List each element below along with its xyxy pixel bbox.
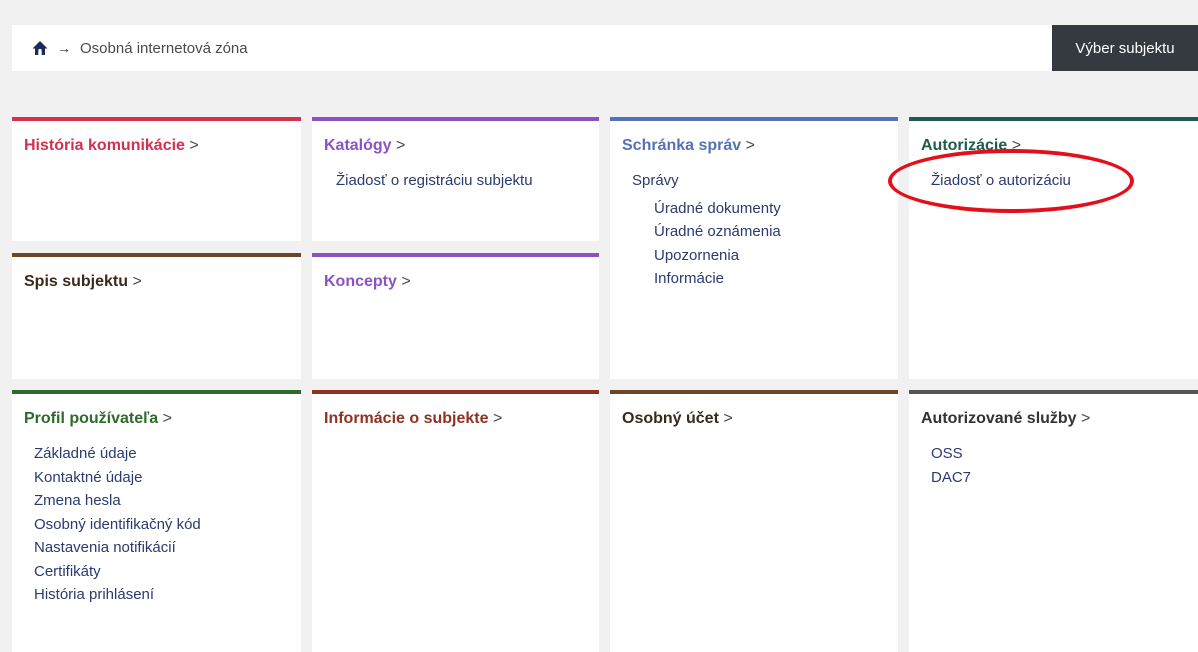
link-osobny-identifikacny-kod[interactable]: Osobný identifikačný kód: [34, 513, 201, 537]
link-uradne-oznamenia[interactable]: Úradné oznámenia: [654, 220, 781, 244]
link-nastavenia-notifikacii[interactable]: Nastavenia notifikácií: [34, 536, 201, 560]
chevron-right-icon: >: [162, 410, 172, 427]
tile-osobny-ucet: Osobný účet >: [610, 390, 898, 652]
tile-spis-subjektu: Spis subjektu >: [12, 253, 301, 379]
link-spravy[interactable]: Správy: [632, 169, 781, 193]
tile-title-schranka-sprav[interactable]: Schránka správ >: [622, 137, 755, 155]
sluzby-links: OSS DAC7: [931, 442, 971, 489]
tile-historia-komunikacie: História komunikácie >: [12, 117, 301, 241]
autorizacie-links: Žiadosť o autorizáciu: [931, 169, 1071, 193]
breadcrumb-current: Osobná internetová zóna: [80, 39, 248, 57]
tile-title-katalogy[interactable]: Katalógy >: [324, 137, 405, 155]
tile-schranka-sprav: Schránka správ > Správy Úradné dokumenty…: [610, 117, 898, 379]
tile-title-autorizovane-sluzby[interactable]: Autorizované služby >: [921, 410, 1090, 428]
link-zmena-hesla[interactable]: Zmena hesla: [34, 489, 201, 513]
link-oss[interactable]: OSS: [931, 442, 971, 466]
katalogy-links: Žiadosť o registráciu subjektu: [336, 169, 533, 193]
select-subject-button[interactable]: Výber subjektu: [1052, 25, 1198, 71]
tile-autorizacie: Autorizácie > Žiadosť o autorizáciu: [909, 117, 1198, 379]
tile-title-informacie-o-subjekte[interactable]: Informácie o subjekte >: [324, 410, 502, 428]
chevron-right-icon: >: [745, 137, 755, 154]
tile-title-osobny-ucet[interactable]: Osobný účet >: [622, 410, 733, 428]
chevron-right-icon: >: [1011, 137, 1022, 154]
tile-informacie-o-subjekte: Informácie o subjekte >: [312, 390, 599, 652]
breadcrumb-separator: →: [57, 40, 71, 56]
breadcrumb: → Osobná internetová zóna: [32, 25, 248, 71]
chevron-right-icon: >: [189, 137, 199, 154]
tile-title-historia-komunikacie[interactable]: História komunikácie >: [24, 137, 199, 155]
tile-title-koncepty[interactable]: Koncepty >: [324, 273, 411, 291]
link-uradne-dokumenty[interactable]: Úradné dokumenty: [654, 197, 781, 221]
tile-title-autorizacie[interactable]: Autorizácie >: [921, 137, 1021, 155]
schranka-links: Správy Úradné dokumenty Úradné oznámenia…: [632, 169, 781, 291]
chevron-right-icon: >: [396, 137, 406, 154]
link-zakladne-udaje[interactable]: Základné údaje: [34, 442, 201, 466]
link-ziadost-o-registraciu[interactable]: Žiadosť o registráciu subjektu: [336, 169, 533, 193]
chevron-right-icon: >: [723, 410, 733, 427]
tile-koncepty: Koncepty >: [312, 253, 599, 379]
tile-title-spis-subjektu[interactable]: Spis subjektu >: [24, 273, 142, 291]
tile-title-profil-pouzivatela[interactable]: Profil používateľa >: [24, 410, 172, 428]
chevron-right-icon: >: [1081, 410, 1091, 427]
link-dac7[interactable]: DAC7: [931, 466, 971, 490]
spravy-sublinks: Úradné dokumenty Úradné oznámenia Upozor…: [654, 197, 781, 291]
link-informacie[interactable]: Informácie: [654, 267, 781, 291]
top-bar: → Osobná internetová zóna Výber subjektu: [12, 25, 1198, 71]
link-kontaktne-udaje[interactable]: Kontaktné údaje: [34, 466, 201, 490]
link-ziadost-o-autorizaciu[interactable]: Žiadosť o autorizáciu: [931, 169, 1071, 193]
chevron-right-icon: >: [492, 410, 503, 427]
chevron-right-icon: >: [132, 273, 142, 290]
tile-autorizovane-sluzby: Autorizované služby > OSS DAC7: [909, 390, 1198, 652]
link-upozornenia[interactable]: Upozornenia: [654, 244, 781, 268]
chevron-right-icon: >: [401, 273, 411, 290]
tile-katalogy: Katalógy > Žiadosť o registráciu subjekt…: [312, 117, 599, 241]
link-certifikaty[interactable]: Certifikáty: [34, 560, 201, 584]
profil-links: Základné údaje Kontaktné údaje Zmena hes…: [34, 442, 201, 607]
tile-profil-pouzivatela: Profil používateľa > Základné údaje Kont…: [12, 390, 301, 652]
link-historia-prihlaseni[interactable]: História prihlásení: [34, 583, 201, 607]
home-icon[interactable]: [32, 40, 48, 56]
